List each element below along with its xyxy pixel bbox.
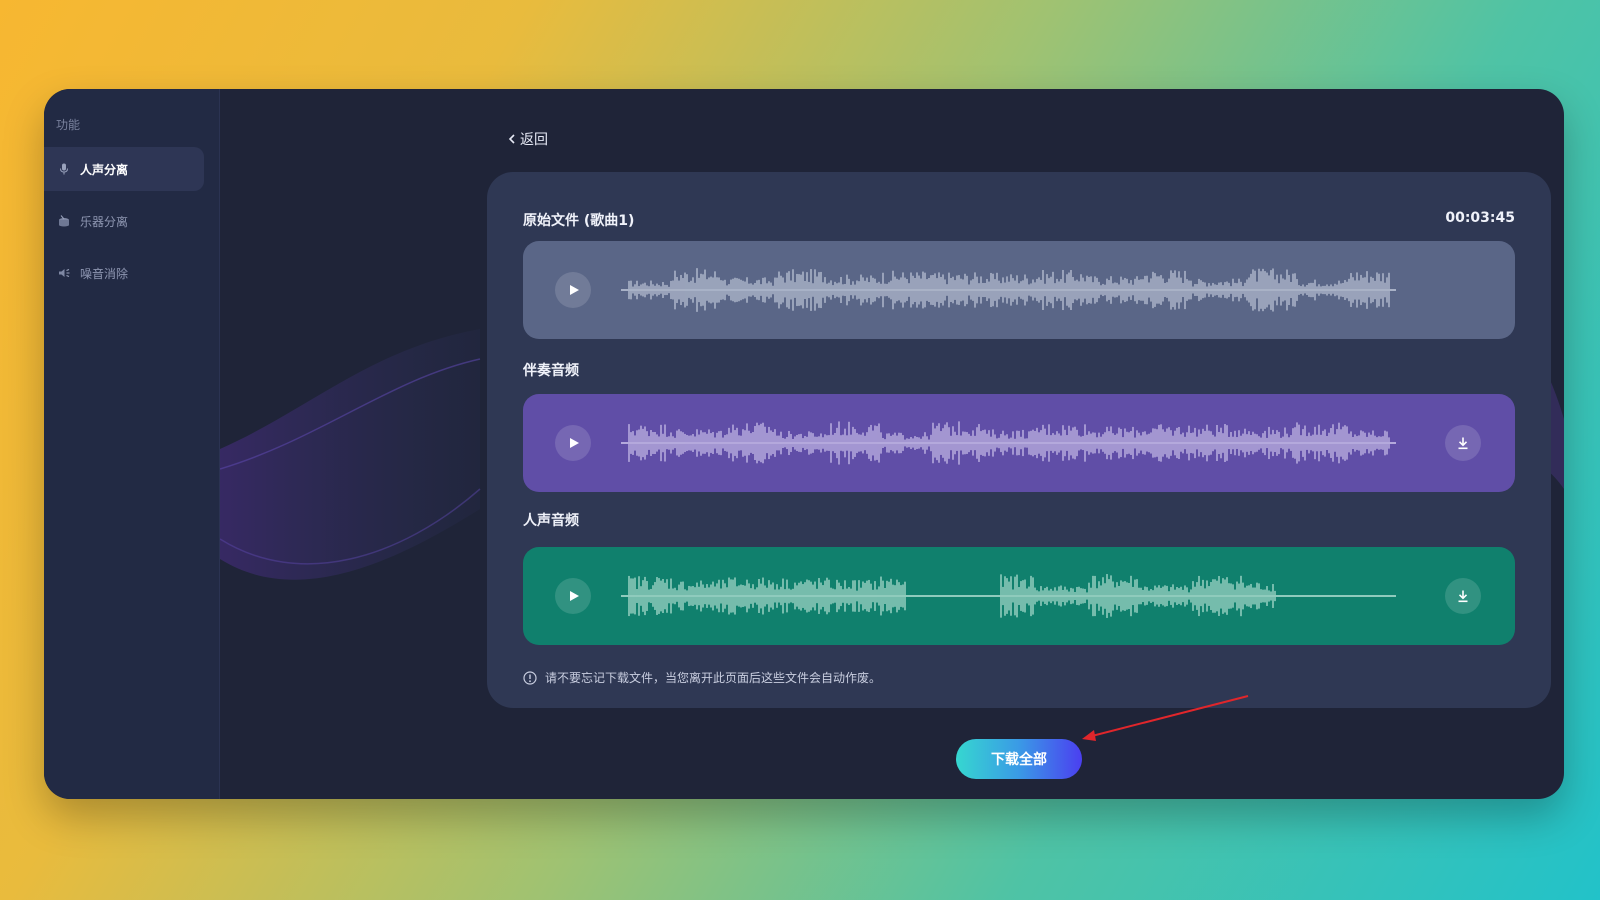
chevron-left-icon: [508, 134, 515, 144]
download-icon: [1458, 437, 1468, 450]
accompaniment-track-label: 伴奏音频: [523, 363, 579, 379]
original-track-label: 原始文件 (歌曲1): [523, 213, 635, 229]
sidebar-item-vocal-separation[interactable]: 人声分离: [44, 147, 204, 191]
info-icon: [523, 670, 537, 685]
speaker-icon: [58, 267, 70, 279]
main-content: 返回 原始文件 (歌曲1) 00:03:45 伴奏音频 人声音频 请不要忘记下载…: [220, 89, 1564, 799]
original-track-duration: 00:03:45: [1445, 210, 1515, 226]
drum-icon: [58, 215, 70, 227]
accompaniment-download-button[interactable]: [1445, 425, 1481, 461]
back-link[interactable]: 返回: [508, 129, 548, 149]
notice-text: 请不要忘记下载文件，当您离开此页面后这些文件会自动作废。: [545, 671, 882, 685]
accompaniment-track-player: [523, 394, 1515, 492]
app-window: 功能 人声分离 乐器分离 噪音消除 返回 原始文件 (歌曲1) 00:03:45…: [44, 89, 1564, 799]
play-icon: [570, 285, 579, 295]
play-icon: [570, 591, 579, 601]
vocal-track-label: 人声音频: [523, 513, 579, 529]
original-track-player: [523, 241, 1515, 339]
sidebar-item-label: 乐器分离: [80, 214, 129, 229]
download-icon: [1458, 590, 1468, 603]
download-all-button[interactable]: 下载全部: [956, 739, 1082, 779]
vocal-waveform[interactable]: [621, 571, 1416, 621]
vocal-play-button[interactable]: [555, 578, 591, 614]
auto-expire-notice: 请不要忘记下载文件，当您离开此页面后这些文件会自动作废。: [523, 669, 881, 686]
vocal-track-player: [523, 547, 1515, 645]
sidebar-item-label: 人声分离: [80, 162, 129, 177]
sidebar-heading: 功能: [56, 118, 81, 132]
accompaniment-waveform[interactable]: [621, 418, 1416, 468]
sidebar-item-label: 噪音消除: [80, 266, 129, 281]
original-play-button[interactable]: [555, 272, 591, 308]
original-waveform[interactable]: [621, 265, 1416, 315]
play-icon: [570, 438, 579, 448]
sidebar-item-noise-removal[interactable]: 噪音消除: [44, 251, 204, 295]
results-card: 原始文件 (歌曲1) 00:03:45 伴奏音频 人声音频 请不要忘记下载文件，…: [487, 172, 1551, 708]
sidebar: 功能 人声分离 乐器分离 噪音消除: [44, 89, 220, 799]
vocal-download-button[interactable]: [1445, 578, 1481, 614]
red-annotation-arrow: [1082, 695, 1249, 741]
accompaniment-play-button[interactable]: [555, 425, 591, 461]
sidebar-item-instrument-separation[interactable]: 乐器分离: [44, 199, 204, 243]
microphone-icon: [58, 163, 70, 175]
back-label: 返回: [520, 132, 548, 148]
